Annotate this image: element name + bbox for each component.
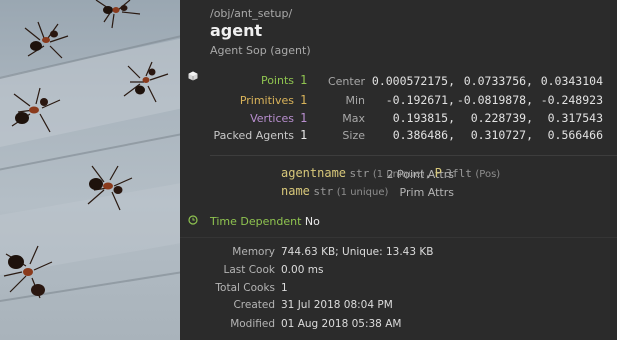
attr-p: P bbox=[434, 166, 442, 180]
attr-name-note: (1 unique) bbox=[336, 187, 389, 198]
created-value: 31 Jul 2018 08:04 PM bbox=[281, 299, 393, 311]
node-thumbnail-image bbox=[0, 0, 180, 340]
center-y: 0.0733756, bbox=[463, 74, 533, 88]
min-y: -0.0819878, bbox=[456, 93, 533, 107]
created-label: Created bbox=[233, 299, 275, 311]
points-value: 1 bbox=[300, 73, 308, 87]
node-path: /obj/ant_setup/ bbox=[210, 7, 293, 20]
node-name: agent bbox=[210, 21, 263, 40]
attr-p-type: 3flt bbox=[445, 167, 472, 180]
last-cook-label: Last Cook bbox=[223, 264, 275, 276]
ants-illustration bbox=[3, 0, 169, 299]
time-dependent-row: Time Dependent No bbox=[210, 215, 320, 228]
divider bbox=[180, 237, 617, 238]
max-label: Max bbox=[342, 112, 365, 125]
clock-icon bbox=[188, 215, 198, 225]
modified-value: 01 Aug 2018 05:38 AM bbox=[281, 318, 402, 330]
max-z: 0.317543 bbox=[547, 111, 603, 125]
total-cooks-label: Total Cooks bbox=[215, 282, 275, 294]
modified-label: Modified bbox=[230, 318, 275, 330]
max-y: 0.228739, bbox=[470, 111, 533, 125]
min-x: -0.192671, bbox=[385, 93, 455, 107]
point-attrs-list: agentname str (1 unique), P 3flt (Pos) bbox=[281, 166, 500, 180]
time-dependent-label: Time Dependent bbox=[210, 215, 302, 228]
attr-agentname-type: str bbox=[349, 167, 370, 180]
last-cook-value: 0.00 ms bbox=[281, 264, 324, 276]
max-x: 0.193815, bbox=[392, 111, 455, 125]
prim-attrs-label: Prim Attrs bbox=[399, 186, 454, 199]
total-cooks-value: 1 bbox=[281, 282, 288, 294]
attr-agentname: agentname bbox=[281, 166, 347, 180]
size-x: 0.386486, bbox=[392, 128, 455, 142]
attr-p-note: (Pos) bbox=[475, 169, 501, 180]
primitives-label: Primitives bbox=[239, 94, 294, 107]
center-z: 0.0343104 bbox=[540, 74, 603, 88]
min-label: Min bbox=[345, 94, 365, 107]
time-dependent-value: No bbox=[304, 215, 320, 228]
prim-attrs-list: name str (1 unique) bbox=[281, 184, 388, 198]
packed-agents-label: Packed Agents bbox=[213, 129, 294, 142]
min-z: -0.248923 bbox=[540, 93, 603, 107]
geometry-cube-icon bbox=[188, 71, 198, 81]
packed-agents-value: 1 bbox=[300, 128, 308, 142]
center-x: 0.000572175, bbox=[371, 74, 455, 88]
points-label: Points bbox=[260, 74, 294, 87]
attr-name-type: str bbox=[313, 185, 334, 198]
node-info-panel: /obj/ant_setup/ agent Agent Sop (agent) … bbox=[180, 0, 617, 340]
center-label: Center bbox=[327, 75, 365, 88]
primitives-value: 1 bbox=[300, 93, 308, 107]
attr-separator: , bbox=[424, 167, 432, 180]
size-label: Size bbox=[342, 129, 365, 142]
vertices-label: Vertices bbox=[250, 112, 294, 125]
vertices-value: 1 bbox=[300, 111, 308, 125]
attr-name: name bbox=[281, 184, 310, 198]
size-y: 0.310727, bbox=[470, 128, 533, 142]
memory-label: Memory bbox=[232, 246, 275, 258]
size-z: 0.566466 bbox=[547, 128, 603, 142]
divider bbox=[210, 155, 617, 156]
attr-agentname-note: (1 unique) bbox=[372, 169, 425, 180]
node-type-label: Agent Sop (agent) bbox=[210, 44, 311, 57]
memory-value: 744.63 KB; Unique: 13.43 KB bbox=[281, 246, 434, 258]
